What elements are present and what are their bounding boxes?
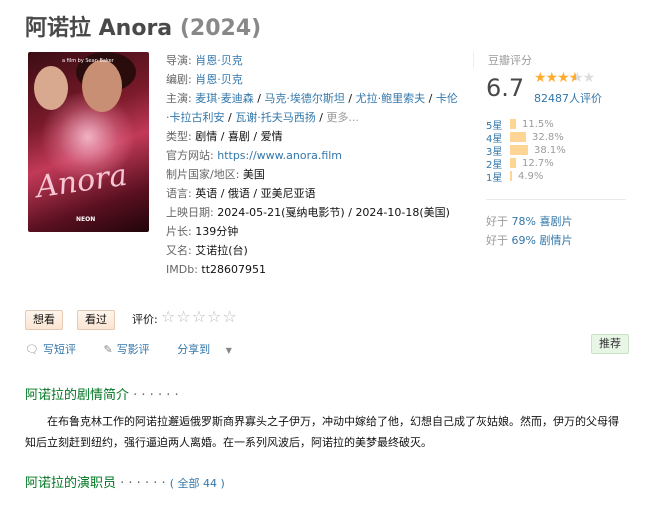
poster-figure-right [82, 60, 122, 112]
rating-bar [510, 145, 528, 155]
release-date: 2024-10-18(美国) [355, 206, 450, 219]
language-value: 英语 / 俄语 / 亚美尼亚语 [195, 187, 316, 200]
bar-pct: 12.7% [522, 157, 554, 169]
rating-bar-row: 1星 4.9% [486, 170, 544, 184]
better-genre-link[interactable]: 喜剧片 [539, 215, 572, 228]
share-dropdown[interactable]: 分享到 ▼ [177, 343, 236, 356]
better-pct-link[interactable]: 69% [512, 234, 536, 247]
want-to-watch-button[interactable]: 想看 [25, 310, 63, 330]
cast-more-link[interactable]: 更多... [326, 111, 359, 124]
cast-label: 主演: [166, 92, 192, 105]
rating-votes-link[interactable]: 82487人评价 [534, 90, 602, 106]
movie-poster[interactable]: a film by Sean Baker Anora NEON [28, 52, 149, 232]
cast-section-title: 阿诺拉的演职员 [25, 476, 117, 491]
review-label: 写影评 [116, 343, 150, 356]
cast-link[interactable]: 麦琪·麦迪森 [195, 92, 254, 105]
imdb-label: IMDb: [166, 263, 198, 276]
cast-link[interactable]: 马克·埃德尔斯坦 [264, 92, 345, 105]
bar-label: 1星 [486, 172, 503, 184]
language-label: 语言: [166, 187, 192, 200]
genre-label: 类型: [166, 130, 192, 143]
bar-pct: 4.9% [518, 170, 544, 182]
better-prefix: 好于 [486, 234, 508, 247]
country-label: 制片国家/地区: [166, 168, 240, 181]
rating-bar-row: 4星 32.8% [486, 131, 564, 145]
chevron-down-icon: ▼ [225, 346, 232, 355]
rating-bar [510, 158, 516, 168]
country-value: 美国 [242, 168, 265, 181]
synopsis-dots: · · · · · · [133, 388, 179, 403]
cast-header: 阿诺拉的演职员 · · · · · · ( 全部 44 ) [25, 472, 225, 491]
bar-pct: 11.5% [522, 118, 554, 130]
share-label: 分享到 [177, 343, 211, 356]
runtime-value: 139分钟 [195, 225, 239, 238]
writer-link[interactable]: 肖恩·贝克 [195, 73, 243, 86]
movie-name: 阿诺拉 Anora [25, 16, 173, 41]
director-link[interactable]: 肖恩·贝克 [195, 54, 243, 67]
write-review-link[interactable]: ✎ 写影评 [103, 343, 161, 356]
aka-label: 又名: [166, 244, 192, 257]
rating-stars-icon: ★★★★★★ [534, 70, 595, 86]
imdb-value: tt28607951 [201, 263, 267, 276]
poster-distributor-logo: NEON [76, 216, 96, 223]
write-short-review-link[interactable]: 🗨 写短评 [25, 343, 88, 356]
release-date: 2024-05-21(戛纳电影节) [217, 206, 345, 219]
recommend-button[interactable]: 推荐 [591, 334, 629, 354]
rating-bar-row: 2星 12.7% [486, 157, 554, 171]
comment-icon: 🗨 [25, 343, 39, 356]
website-label: 官方网站: [166, 149, 214, 162]
cast-link[interactable]: 瓦谢·托夫马西扬 [235, 111, 316, 124]
watched-button[interactable]: 看过 [77, 310, 115, 330]
genre-value: 喜剧 [227, 130, 250, 143]
poster-credit: a film by Sean Baker [62, 58, 114, 64]
rating-panel: 豆瓣评分 [473, 52, 638, 68]
rating-bar [510, 119, 516, 129]
movie-year: (2024) [179, 16, 262, 41]
cast-link[interactable]: 尤拉·鲍里索夫 [356, 92, 426, 105]
runtime-label: 片长: [166, 225, 192, 238]
synopsis-text: 在布鲁克林工作的阿诺拉邂逅俄罗斯商界寡头之子伊万，冲动中嫁给了他，幻想自己成了灰… [25, 415, 619, 449]
better-pct-link[interactable]: 78% [512, 215, 536, 228]
short-review-label: 写短评 [42, 343, 76, 356]
rating-bar-row: 3星 38.1% [486, 144, 566, 158]
release-label: 上映日期: [166, 206, 214, 219]
bar-pct: 32.8% [532, 131, 564, 143]
writer-label: 编剧: [166, 73, 192, 86]
rate-stars-input[interactable]: ☆☆☆☆☆ [161, 307, 238, 326]
better-than: 好于 78% 喜剧片 好于 69% 剧情片 [486, 212, 572, 250]
page-title: 阿诺拉 Anora (2024) [25, 10, 261, 42]
genre-value: 剧情 [195, 130, 218, 143]
pencil-icon: ✎ [103, 343, 113, 356]
rating-bar [510, 171, 512, 181]
rating-divider [486, 199, 626, 200]
better-prefix: 好于 [486, 215, 508, 228]
rating-bar [510, 132, 526, 142]
synopsis-header: 阿诺拉的剧情简介 · · · · · · [25, 384, 179, 403]
action-bar: 🗨 写短评 ✎ 写影评 分享到 ▼ [25, 341, 248, 357]
bar-pct: 38.1% [534, 144, 566, 156]
cast-section-dots: · · · · · · [120, 476, 166, 491]
movie-info: 导演: 肖恩·贝克 编剧: 肖恩·贝克 主演: 麦琪·麦迪森 / 马克·埃德尔斯… [166, 51, 460, 279]
cast-all-link[interactable]: ( 全部 44 ) [170, 477, 225, 490]
synopsis-title: 阿诺拉的剧情简介 [25, 388, 130, 403]
director-label: 导演: [166, 54, 192, 67]
genre-value: 爱情 [260, 130, 283, 143]
rating-bar-row: 5星 11.5% [486, 118, 554, 132]
poster-figure-left [34, 66, 68, 110]
rating-score: 6.7 [486, 74, 525, 102]
better-genre-link[interactable]: 剧情片 [539, 234, 572, 247]
cast-row: 主演: 麦琪·麦迪森 / 马克·埃德尔斯坦 / 尤拉·鲍里索夫 / 卡伦·卡拉古… [166, 92, 458, 124]
aka-value: 艾诺拉(台) [195, 244, 248, 257]
rate-label: 评价: [132, 313, 158, 326]
website-link[interactable]: https://www.anora.film [217, 149, 342, 162]
rating-header: 豆瓣评分 [488, 54, 532, 67]
